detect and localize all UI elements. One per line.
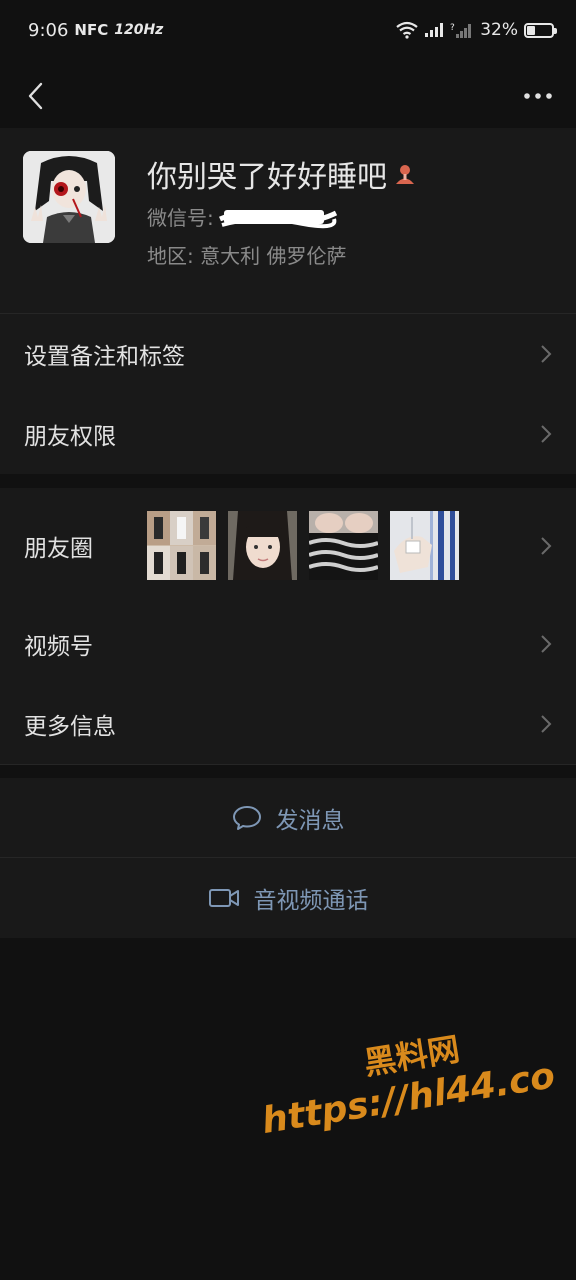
back-chevron-icon — [28, 82, 43, 110]
video-camera-icon — [208, 889, 239, 907]
wifi-icon — [396, 21, 418, 39]
more-info-row[interactable]: 更多信息 — [0, 684, 576, 764]
remark-tags-label: 设置备注和标签 — [24, 344, 185, 370]
moments-thumbnail — [147, 511, 216, 580]
back-button[interactable] — [16, 76, 56, 116]
person-badge-icon — [396, 165, 414, 184]
watermark: 黑料网 https://hl44.co — [240, 1008, 570, 1144]
moments-thumbnails — [147, 511, 459, 580]
profile-name-text: 你别哭了好好睡吧 — [147, 160, 387, 195]
profile-card: 你别哭了好好睡吧 微信号: 地区: 意大利 佛罗伦萨 — [0, 128, 576, 313]
status-time: 9:06 — [28, 19, 69, 41]
nav-bar — [0, 64, 576, 128]
remark-tags-row[interactable]: 设置备注和标签 — [0, 314, 576, 394]
signal-icon-secondary: ? — [450, 23, 472, 38]
battery-percent: 32% — [480, 20, 518, 40]
chevron-right-icon — [541, 635, 552, 653]
svg-text:?: ? — [450, 23, 455, 33]
knit-sweater-image — [309, 511, 378, 580]
channels-row[interactable]: 视频号 — [0, 604, 576, 684]
chevron-right-icon — [541, 715, 552, 733]
outfit-collage-image — [147, 511, 216, 580]
portrait-image — [228, 511, 297, 580]
chevron-right-icon — [541, 345, 552, 363]
send-message-button[interactable]: 发消息 — [0, 778, 576, 858]
hospital-hand-image — [390, 511, 459, 580]
channels-label: 视频号 — [24, 634, 93, 660]
profile-region: 地区: 意大利 佛罗伦萨 — [147, 244, 347, 268]
wechat-id-label: 微信号: — [147, 206, 214, 230]
friend-permissions-label: 朋友权限 — [24, 424, 116, 450]
chevron-right-icon — [541, 425, 552, 443]
video-call-button[interactable]: 音视频通话 — [0, 858, 576, 938]
avatar-image — [23, 151, 115, 243]
chat-bubble-icon — [232, 806, 261, 830]
status-refresh-rate: 120Hz — [114, 22, 164, 38]
video-call-label: 音视频通话 — [253, 888, 369, 914]
status-left: 9:06 NFC 120Hz — [28, 20, 163, 41]
status-right: ? 32% — [396, 20, 557, 40]
chevron-right-icon — [541, 537, 552, 555]
signal-icon — [425, 23, 444, 37]
status-bar: 9:06 NFC 120Hz ? 32% — [0, 0, 576, 60]
send-message-label: 发消息 — [275, 808, 345, 834]
divider — [0, 764, 576, 765]
moments-thumbnail — [228, 511, 297, 580]
moments-thumbnail — [309, 511, 378, 580]
moments-label: 朋友圈 — [24, 536, 93, 562]
more-info-label: 更多信息 — [24, 714, 116, 740]
moments-row[interactable]: 朋友圈 — [0, 488, 576, 604]
wechat-id-row: 微信号: — [147, 202, 338, 231]
friend-permissions-row[interactable]: 朋友权限 — [0, 394, 576, 474]
battery-icon — [524, 22, 557, 38]
more-button[interactable] — [518, 76, 558, 116]
more-dots-icon — [524, 93, 552, 99]
status-nfc: NFC — [74, 21, 109, 39]
redaction-scribble — [218, 209, 337, 228]
battery-fill — [527, 25, 535, 35]
avatar[interactable] — [23, 151, 115, 243]
moments-thumbnail — [390, 511, 459, 580]
profile-name: 你别哭了好好睡吧 — [147, 152, 417, 196]
